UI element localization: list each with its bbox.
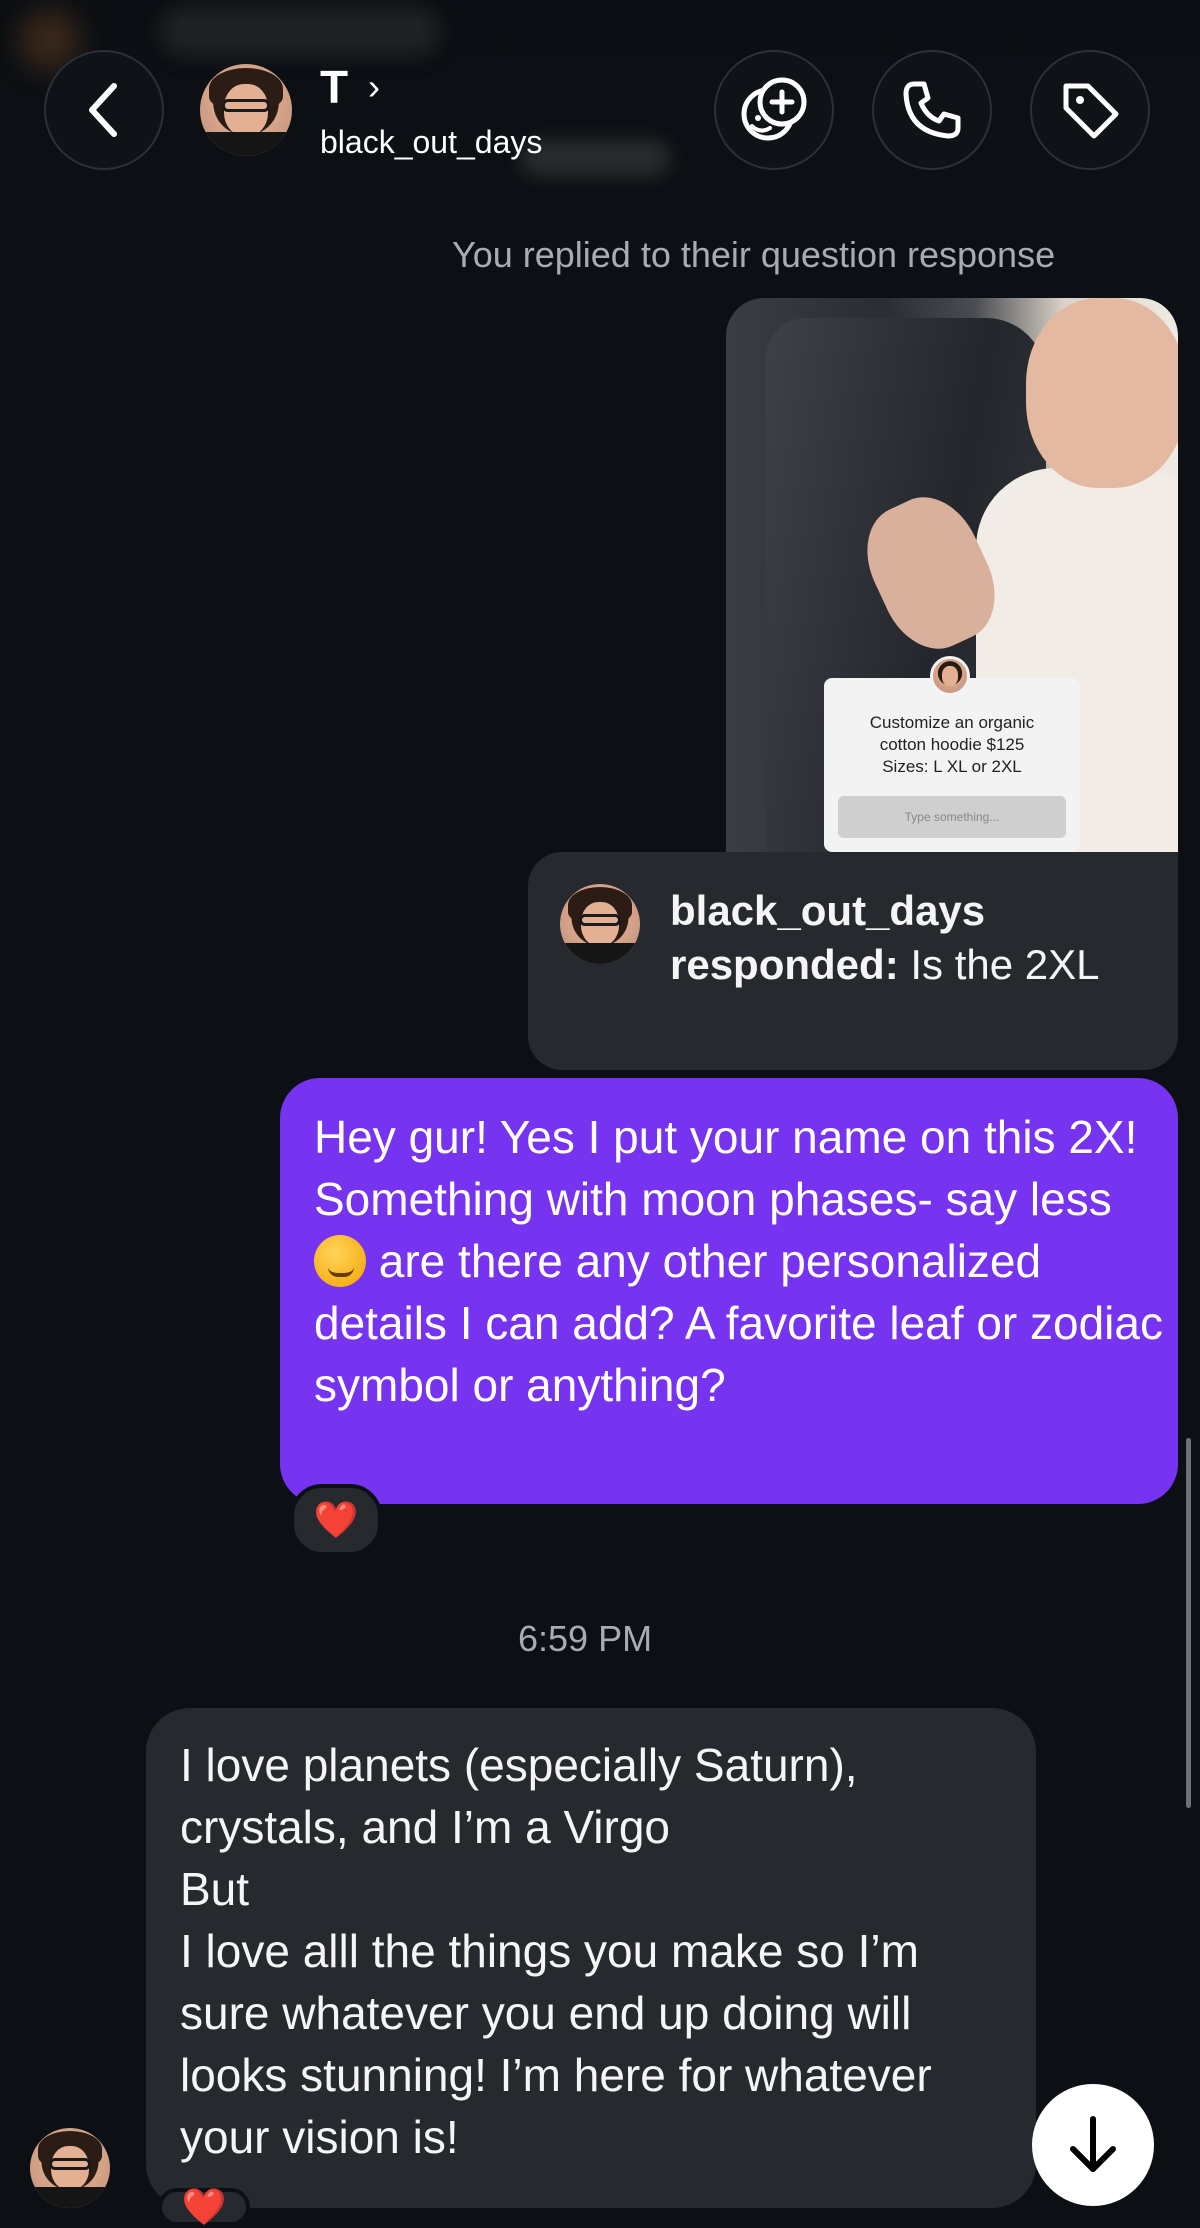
phone-icon <box>903 81 961 139</box>
chevron-right-icon[interactable]: › <box>368 66 380 108</box>
tag-icon <box>1063 83 1119 139</box>
message-line: I love planets (especially Saturn), crys… <box>180 1739 858 1853</box>
back-icon <box>89 83 117 137</box>
contact-name[interactable]: T <box>320 60 348 114</box>
question-sticker: Customize an organic cotton hoodie $125 … <box>824 678 1080 852</box>
avatar <box>560 884 640 964</box>
scrollbar[interactable] <box>1186 1438 1191 1808</box>
response-text: black_out_days responded: Is the 2XL <box>670 884 1099 992</box>
reaction-heart[interactable]: ❤️ <box>290 1484 382 1556</box>
question-text: Customize an organic cotton hoodie $125 … <box>869 713 1035 776</box>
tag-button[interactable] <box>1030 50 1150 170</box>
effects-button[interactable] <box>714 50 834 170</box>
response-label: responded: <box>670 941 899 988</box>
received-message-text: I love planets (especially Saturn), crys… <box>180 1734 1020 2168</box>
question-input-placeholder: Type something... <box>838 796 1066 838</box>
heart-icon: ❤️ <box>313 1499 359 1540</box>
question-avatar <box>930 656 970 696</box>
story-image <box>1026 298 1178 488</box>
response-answer: Is the 2XL <box>910 941 1100 988</box>
response-username: black_out_days <box>670 887 986 934</box>
message-line: I love alll the things you make so I’m s… <box>180 1925 932 2163</box>
sent-message-text: Hey gur! Yes I put your name on this 2X!… <box>314 1111 1176 1411</box>
back-button[interactable] <box>44 50 164 170</box>
timestamp: 6:59 PM <box>518 1618 653 1659</box>
call-button[interactable] <box>872 50 992 170</box>
message-line: But <box>180 1863 250 1915</box>
blurred-content <box>160 6 440 56</box>
face-effects-icon <box>741 77 807 141</box>
arrow-down-icon <box>1070 2116 1116 2172</box>
scroll-to-bottom-button[interactable] <box>1032 2084 1154 2206</box>
reply-notice: You replied to their question response <box>452 234 1056 275</box>
blurred-content <box>520 140 670 176</box>
avatar[interactable] <box>30 2128 110 2208</box>
smirking-face-icon <box>314 1235 366 1287</box>
avatar[interactable] <box>200 64 292 156</box>
reaction-heart[interactable]: ❤️ <box>158 2186 250 2227</box>
contact-username[interactable]: black_out_days <box>320 124 542 161</box>
